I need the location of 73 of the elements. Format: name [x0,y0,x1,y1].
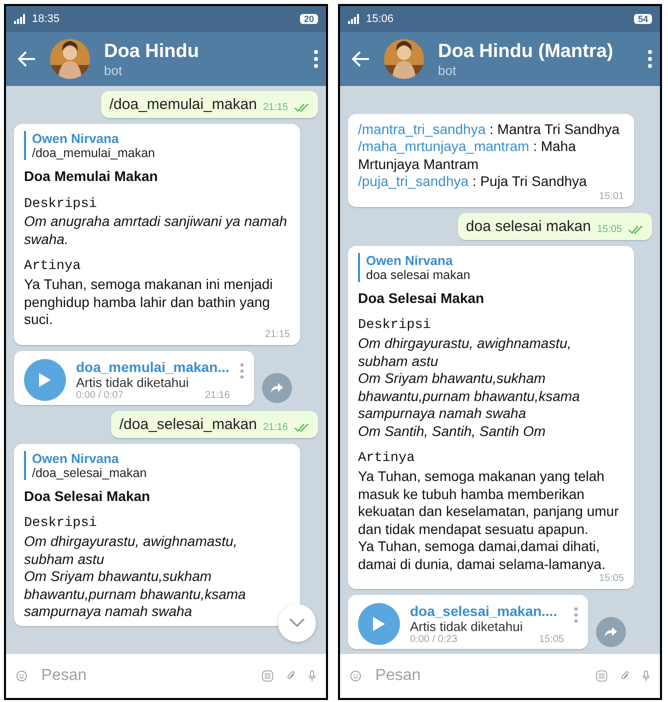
battery-indicator: 20 [300,14,318,24]
share-button[interactable] [262,372,292,403]
message-paragraph: Om dhirgayurastu, awighnamastu, subham astu [358,335,572,370]
command-line: /mantra_tri_sandhya : Mantra Tri Sandhya [358,120,620,138]
message-time: 15:05 [538,634,564,645]
message-paragraph: Om Sriyam bhawantu,sukham bhawantu,purnam bhawantu,ksama sampurnaya namah swaha [24,568,247,621]
more-icon[interactable] [574,607,578,623]
battery-indicator: 54 [634,14,652,24]
message-time: 21:16 [262,422,288,433]
message-paragraph: Om Santih, Santih, Santih Om [358,422,547,440]
section-label: Artinya [358,451,416,468]
signal-icon [14,14,26,24]
message-time: 21:15 [264,328,290,340]
message-title: Doa Memulai Makan [24,168,159,186]
status-time: 18:35 [32,13,60,25]
back-icon[interactable] [18,51,36,67]
message-title: Doa Selesai Makan [358,290,486,308]
message-time: 15:05 [598,573,624,584]
message-time: 15:05 [596,224,622,235]
share-icon [604,626,618,638]
back-icon[interactable] [352,51,370,67]
reply-author: Owen Nirvana [32,131,120,146]
command-line: /puja_tri_sandhya : Puja Tri Sandhya [358,173,588,191]
message-paragraph: Ya Tuhan, semoga damai,damai dihati, damai di dunia, damai selama-lamanya. [358,538,606,573]
chat-subtitle: bot [438,62,458,78]
message-paragraph: Ya Tuhan, semoga makanan yang telah masuk ke tubuh hamba memberikan kekuatan dan keselamatan, panjang umur dan tidak mendapat sesuatu apapun. [358,468,620,538]
play-button[interactable] [24,358,66,401]
audio-artist: Artis tidak diketahui [410,619,524,634]
message-paragraph: Om dhirgayurastu, awighnamastu, subham astu [24,533,238,568]
more-icon[interactable] [240,362,244,379]
message-time: 21:16 [204,390,230,401]
audio-duration: 0:00 / 0:23 [410,634,458,645]
chat-title: Doa Hindu (Mantra) [438,40,614,62]
chevron-down-icon [289,618,305,628]
reply-quote[interactable]: Owen Nirvana /doa_selesai_makan [24,450,290,480]
reply-text: /doa_memulai_makan [32,146,156,160]
message-text: /doa_selesai_makan [119,416,257,433]
reply-text: /doa_selesai_makan [32,466,148,480]
status-time: 15:06 [366,13,394,25]
reply-text: doa selesai makan [366,268,472,282]
audio-title: doa_memulai_makan... [76,358,230,375]
message-text: doa selesai makan [466,218,591,235]
message-time: 21:15 [262,102,288,113]
play-icon [38,372,52,388]
message-paragraph: Om Sriyam bhawantu,sukham bhawantu,purnam bhawantu,ksama sampurnaya namah swaha [358,370,581,423]
reply-quote[interactable]: Owen Nirvana /doa_memulai_makan [24,131,290,160]
section-label: Deskripsi [24,196,98,214]
reply-quote[interactable]: Owen Nirvana doa selesai makan [358,252,624,282]
message-title: Doa Selesai Makan [24,488,152,506]
share-button[interactable] [596,617,626,647]
play-button[interactable] [358,603,400,645]
chat-title: Doa Hindu [104,40,200,62]
more-icon[interactable] [314,50,318,68]
message-time: 15:01 [598,190,624,202]
audio-artist: Artis tidak diketahui [76,374,190,390]
reply-author: Owen Nirvana [366,252,454,268]
audio-duration: 0:00 / 0:07 [76,390,124,401]
message-input[interactable]: Pesan [373,666,584,686]
section-label: Deskripsi [24,516,98,534]
audio-title: doa_selesai_makan.... [410,603,558,619]
message-paragraph: Om anugraha amrtadi sanjiwani ya namah swaha. [24,213,288,248]
more-icon[interactable] [648,50,652,68]
section-label: Deskripsi [358,318,432,336]
section-label: Artinya [24,259,82,276]
message-text: /doa_memulai_makan [109,96,257,113]
message-input[interactable]: Pesan [39,666,250,686]
play-icon [372,616,386,632]
chat-subtitle: bot [104,62,124,78]
command-line: /maha_mrtunjaya_mantram : Maha Mrtunjaya Mantram [358,138,577,174]
message-paragraph: Ya Tuhan, semoga makanan ini menjadi penghidup hamba lahir dan bathin yang suci. [24,276,274,329]
share-icon [270,382,284,394]
reply-author: Owen Nirvana [32,450,120,466]
signal-icon [348,14,360,24]
